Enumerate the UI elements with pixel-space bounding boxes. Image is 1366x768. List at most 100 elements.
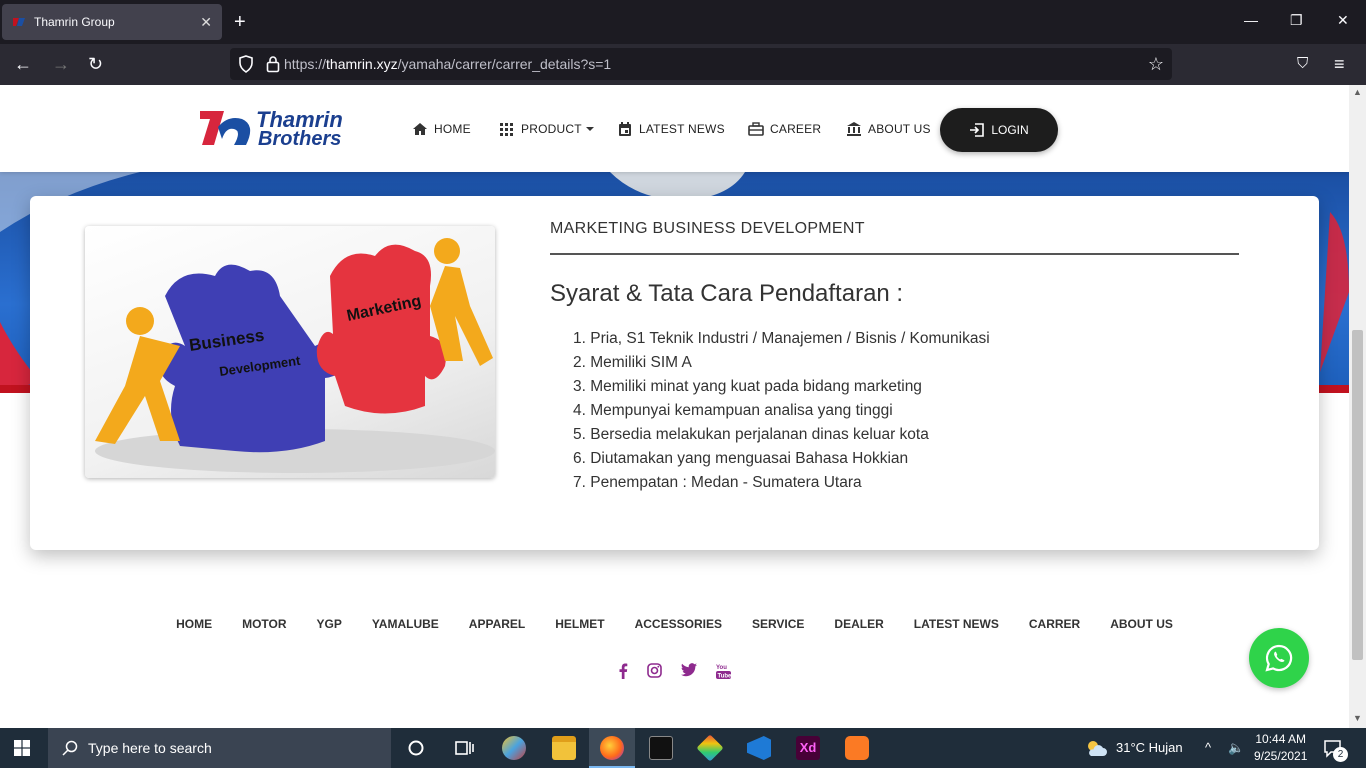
search-icon [62, 740, 78, 756]
footer-link-yamalube[interactable]: YAMALUBE [372, 617, 439, 631]
nav-latest-news[interactable]: LATEST NEWS [617, 121, 725, 137]
footer-link-helmet[interactable]: HELMET [555, 617, 604, 631]
nav-career[interactable]: CAREER [748, 121, 821, 137]
requirement-item: 2. Memiliki SIM A [573, 354, 692, 371]
job-image: Business Development Marketing [85, 226, 495, 478]
address-bar[interactable]: https://thamrin.xyz/yamaha/carrer/carrer… [230, 48, 1172, 80]
notification-badge: 2 [1333, 747, 1348, 762]
reload-icon[interactable]: ↻ [88, 53, 103, 75]
facebook-icon[interactable] [618, 663, 628, 679]
weather-cloud-icon[interactable] [1085, 738, 1107, 758]
tab-title: Thamrin Group [34, 15, 115, 29]
logo-mark-icon: Thamrin Brothers [200, 107, 343, 150]
puzzle-illustration: Business Development Marketing [95, 238, 495, 473]
clock-date: 9/25/2021 [1254, 749, 1308, 763]
footer-link-service[interactable]: SERVICE [752, 617, 804, 631]
calendar-icon [619, 122, 631, 136]
browser-tab[interactable]: Thamrin Group ✕ [2, 4, 222, 40]
site-header: Thamrin Brothers HOME PRODUCT LATEST NEW… [0, 85, 1349, 172]
window-close-icon[interactable]: ✕ [1337, 12, 1349, 29]
nav-home[interactable]: HOME [412, 121, 471, 137]
adobe-xd-icon[interactable]: Xd [796, 736, 820, 760]
whatsapp-icon [1265, 644, 1293, 672]
tray-chevron-up-icon[interactable]: ^ [1205, 740, 1211, 755]
svg-text:Tube: Tube [718, 674, 732, 680]
file-explorer-icon[interactable] [552, 736, 576, 760]
firefox-icon[interactable] [600, 736, 624, 760]
windows-start-icon[interactable] [14, 740, 30, 756]
job-title: MARKETING BUSINESS DEVELOPMENT [550, 220, 865, 237]
nav-career-label: CAREER [770, 122, 822, 136]
footer-link-about-us[interactable]: ABOUT US [1110, 617, 1173, 631]
briefcase-icon [748, 122, 764, 136]
scroll-up-icon[interactable]: ▲ [1353, 87, 1362, 97]
job-detail-card: Business Development Marketing MARKETING… [30, 196, 1319, 550]
bookmark-star-icon[interactable]: ☆ [1148, 54, 1164, 75]
requirement-item: 6. Diutamakan yang menguasai Bahasa Hokk… [573, 450, 909, 467]
login-button[interactable]: LOGIN [940, 108, 1058, 152]
requirement-item: 7. Penempatan : Medan - Sumatera Utara [573, 474, 862, 491]
page-scrollbar[interactable]: ▲ ▼ [1349, 85, 1366, 728]
footer-link-ygp[interactable]: YGP [317, 617, 342, 631]
weather-text[interactable]: 31°C Hujan [1116, 740, 1183, 755]
site-favicon-icon [13, 18, 25, 26]
requirement-item: 3. Memiliki minat yang kuat pada bidang … [573, 378, 922, 395]
system-clock[interactable]: 10:44 AM 9/25/2021 [1254, 731, 1307, 765]
caret-down-icon [585, 127, 594, 131]
grid-icon [500, 123, 513, 136]
url-host: thamrin.xyz [326, 56, 398, 72]
browser-nav-bar: ← → ↻ https://thamrin.xyz/yamaha/carrer/… [0, 44, 1366, 85]
forward-icon[interactable]: → [52, 53, 70, 75]
lock-icon [266, 56, 280, 73]
footer-link-home[interactable]: HOME [176, 617, 212, 631]
footer-link-carrer[interactable]: CARRER [1029, 617, 1080, 631]
svg-text:You: You [716, 665, 727, 671]
login-icon [970, 123, 985, 137]
vscode-icon[interactable] [747, 736, 771, 760]
xampp-icon[interactable] [845, 736, 869, 760]
whatsapp-button[interactable] [1249, 628, 1309, 688]
pocket-icon[interactable]: ⛉ [1297, 53, 1308, 75]
bank-icon [847, 122, 861, 136]
minimize-icon[interactable]: — [1244, 12, 1258, 28]
nav-latest-news-label: LATEST NEWS [639, 122, 725, 136]
clock-time: 10:44 AM [1255, 732, 1307, 746]
footer-link-dealer[interactable]: DEALER [834, 617, 883, 631]
new-tab-button[interactable]: + [234, 10, 246, 34]
url-path: /yamaha/carrer/carrer_details?s=1 [397, 56, 612, 72]
nav-about-us[interactable]: ABOUT US [846, 121, 931, 137]
twitter-icon[interactable] [681, 663, 697, 677]
web-page: Thamrin Brothers HOME PRODUCT LATEST NEW… [0, 85, 1349, 728]
restore-icon[interactable]: ❐ [1290, 12, 1303, 29]
footer-link-apparel[interactable]: APPAREL [469, 617, 525, 631]
home-icon [413, 123, 427, 135]
footer-link-latest-news[interactable]: LATEST NEWS [914, 617, 999, 631]
requirement-item: 4. Mempunyai kemampuan analisa yang ting… [573, 402, 893, 419]
login-label: LOGIN [991, 123, 1029, 137]
paint-app-icon[interactable] [502, 736, 526, 760]
title-divider [550, 253, 1239, 255]
requirement-item: 1. Pria, S1 Teknik Industri / Manajemen … [573, 330, 990, 347]
requirements-list: 1. Pria, S1 Teknik Industri / Manajemen … [573, 327, 990, 495]
youtube-icon[interactable]: You Tube [716, 663, 731, 679]
requirement-item: 5. Bersedia melakukan perjalanan dinas k… [573, 426, 929, 443]
volume-icon[interactable]: 🔈 [1228, 740, 1244, 756]
thamrin-brothers-logo[interactable]: Thamrin Brothers [198, 107, 380, 150]
footer-link-accessories[interactable]: ACCESSORIES [635, 617, 722, 631]
terminal-icon[interactable] [649, 736, 673, 760]
task-view-icon[interactable] [452, 736, 476, 760]
menu-hamburger-icon[interactable]: ≡ [1334, 53, 1345, 75]
nav-product[interactable]: PRODUCT [499, 121, 595, 137]
search-placeholder: Type here to search [88, 740, 212, 756]
requirements-heading: Syarat & Tata Cara Pendaftaran : [550, 280, 904, 307]
taskbar-search[interactable]: Type here to search [48, 728, 391, 768]
sourcetree-icon[interactable] [696, 734, 724, 762]
footer-link-motor[interactable]: MOTOR [242, 617, 286, 631]
instagram-icon[interactable] [647, 663, 662, 678]
tab-close-icon[interactable]: ✕ [200, 14, 212, 31]
cortana-icon[interactable] [404, 736, 428, 760]
shield-icon [239, 55, 253, 73]
back-icon[interactable]: ← [14, 53, 32, 75]
scrollbar-thumb[interactable] [1352, 330, 1363, 660]
scroll-down-icon[interactable]: ▼ [1353, 713, 1362, 723]
